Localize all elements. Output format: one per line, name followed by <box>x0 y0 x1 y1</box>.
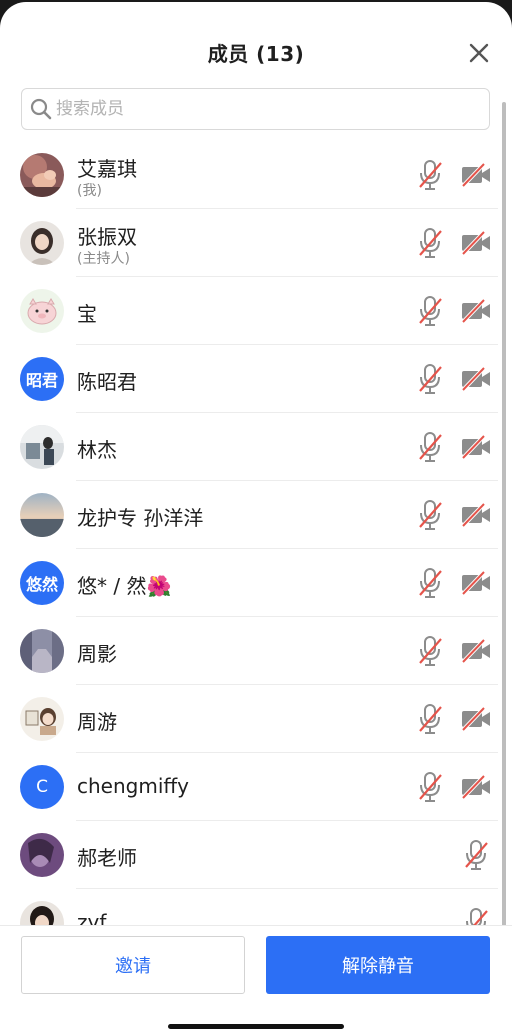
camera-off-icon[interactable] <box>460 365 492 393</box>
member-name: zyf <box>77 910 107 925</box>
mic-muted-icon[interactable] <box>416 227 444 259</box>
members-sheet: 成员 (13) 搜索成员 艾嘉琪 (我) 张振双 (主持人) 宝 昭君 陈昭君 … <box>0 2 512 1031</box>
member-row[interactable]: 周影 <box>0 617 512 685</box>
mic-muted-icon[interactable] <box>416 771 444 803</box>
mic-muted-icon[interactable] <box>416 431 444 463</box>
member-name: 郝老师 <box>77 846 137 870</box>
mic-muted-icon[interactable] <box>462 907 490 925</box>
avatar <box>20 425 64 469</box>
mic-muted-icon[interactable] <box>416 499 444 531</box>
search-input[interactable] <box>56 99 456 119</box>
member-row[interactable]: 悠然 悠* / 然🌺 <box>0 549 512 617</box>
avatar <box>20 153 64 197</box>
member-row[interactable]: 昭君 陈昭君 <box>0 345 512 413</box>
camera-off-icon[interactable] <box>460 569 492 597</box>
camera-off-icon[interactable] <box>460 229 492 257</box>
scrollbar[interactable] <box>502 102 506 932</box>
avatar: C <box>20 765 64 809</box>
avatar <box>20 833 64 877</box>
close-button[interactable] <box>462 36 496 70</box>
member-name: 龙护专 孙洋洋 <box>77 506 204 530</box>
sheet-header: 成员 (13) <box>0 2 512 88</box>
member-row[interactable]: 宝 <box>0 277 512 345</box>
member-row[interactable]: 郝老师 <box>0 821 512 889</box>
member-row[interactable]: C chengmiffy <box>0 753 512 821</box>
member-row[interactable]: zyf <box>0 889 512 925</box>
footer-bar: 邀请 解除静音 <box>0 925 512 1031</box>
mic-muted-icon[interactable] <box>416 567 444 599</box>
avatar <box>20 629 64 673</box>
member-name: 周游 <box>77 710 117 734</box>
member-name: 艾嘉琪 <box>77 157 137 181</box>
camera-off-icon[interactable] <box>460 433 492 461</box>
member-row[interactable]: 张振双 (主持人) <box>0 209 512 277</box>
member-name: 宝 <box>77 302 97 326</box>
camera-off-icon[interactable] <box>460 773 492 801</box>
camera-off-icon[interactable] <box>460 637 492 665</box>
close-icon <box>469 43 489 63</box>
camera-off-icon[interactable] <box>460 705 492 733</box>
member-row[interactable]: 林杰 <box>0 413 512 481</box>
member-row[interactable]: 周游 <box>0 685 512 753</box>
member-role: (主持人) <box>77 251 130 267</box>
page-title: 成员 (13) <box>207 42 305 66</box>
member-name: 林杰 <box>77 438 117 462</box>
member-name: 陈昭君 <box>77 370 137 394</box>
avatar <box>20 901 64 925</box>
home-indicator <box>168 1024 344 1029</box>
member-row[interactable]: 艾嘉琪 (我) <box>0 141 512 209</box>
mic-muted-icon[interactable] <box>462 839 490 871</box>
mic-muted-icon[interactable] <box>416 295 444 327</box>
member-name: chengmiffy <box>77 774 190 798</box>
unmute-button[interactable]: 解除静音 <box>266 936 490 994</box>
member-list: 艾嘉琪 (我) 张振双 (主持人) 宝 昭君 陈昭君 林杰 龙护专 孙洋洋 悠然… <box>0 141 512 925</box>
avatar <box>20 221 64 265</box>
member-name: 周影 <box>77 642 117 666</box>
member-name: 张振双 <box>77 225 137 249</box>
camera-off-icon[interactable] <box>460 501 492 529</box>
member-row[interactable]: 龙护专 孙洋洋 <box>0 481 512 549</box>
avatar <box>20 289 64 333</box>
search-box[interactable] <box>21 88 490 130</box>
invite-button[interactable]: 邀请 <box>21 936 245 994</box>
member-role: (我) <box>77 183 102 199</box>
avatar: 悠然 <box>20 561 64 605</box>
camera-off-icon[interactable] <box>460 161 492 189</box>
avatar <box>20 493 64 537</box>
mic-muted-icon[interactable] <box>416 635 444 667</box>
camera-off-icon[interactable] <box>460 297 492 325</box>
mic-muted-icon[interactable] <box>416 363 444 395</box>
mic-muted-icon[interactable] <box>416 703 444 735</box>
member-name: 悠* / 然🌺 <box>77 574 172 598</box>
avatar <box>20 697 64 741</box>
mic-muted-icon[interactable] <box>416 159 444 191</box>
avatar: 昭君 <box>20 357 64 401</box>
search-icon <box>22 88 56 130</box>
